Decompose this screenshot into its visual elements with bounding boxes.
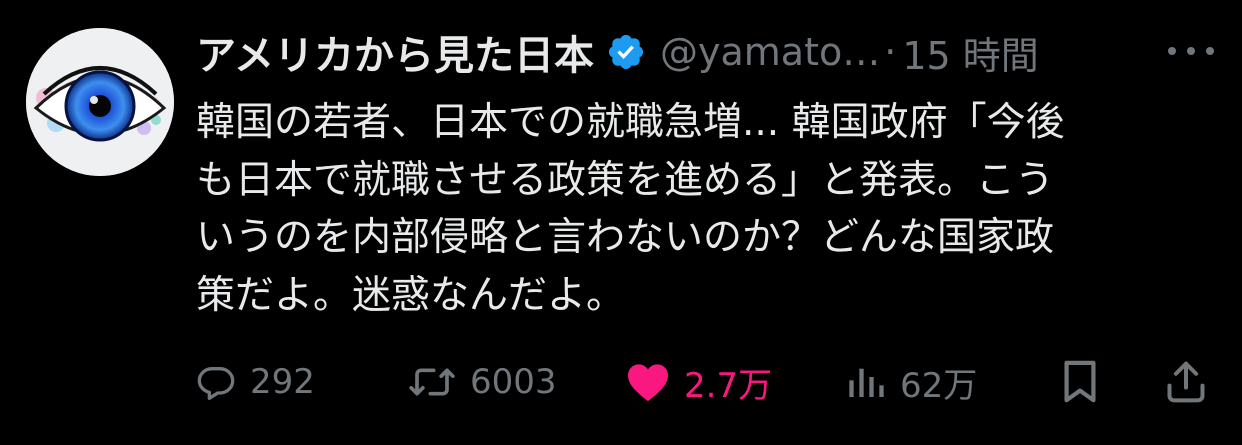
- post-time[interactable]: 15 時間: [902, 25, 1038, 80]
- tweet-actions: 292 6003 2.7万 62万: [196, 352, 1216, 412]
- tweet-text-line: いうのを内部侵略と言わないのか？どんな国家政: [196, 215, 1055, 260]
- bookmark-button[interactable]: [1060, 352, 1100, 412]
- tweet[interactable]: アメリカから見た日本 @yamato… · 15 時間 韓国の若者、日本での就職…: [0, 0, 1242, 445]
- reply-button[interactable]: 292: [196, 352, 315, 412]
- tweet-text-line: も日本で就職させる政策を進める」と発表。こう: [196, 157, 1055, 203]
- verified-badge-icon[interactable]: [606, 32, 646, 72]
- user-handle[interactable]: @yamato…: [660, 30, 880, 74]
- retweet-button[interactable]: 6003: [408, 352, 557, 412]
- tweet-header: アメリカから見た日本 @yamato… · 15 時間: [196, 22, 1039, 82]
- more-dot: [1168, 47, 1176, 55]
- header-separator: ·: [884, 30, 897, 74]
- retweet-icon: [409, 368, 455, 396]
- tweet-text: 韓国の若者、日本での就職急増... 韓国政府「今後 も日本で就職させる政策を進め…: [196, 94, 1201, 324]
- eye-avatar-image: [26, 28, 174, 176]
- heart-icon: [628, 364, 668, 402]
- like-count: 2.7万: [684, 365, 773, 406]
- views-button[interactable]: 62万: [846, 352, 977, 412]
- share-icon: [1167, 361, 1205, 403]
- bookmark-icon: [1064, 360, 1096, 403]
- more-dot: [1187, 47, 1195, 55]
- more-dot: [1206, 47, 1214, 55]
- avatar[interactable]: [26, 28, 174, 176]
- share-button[interactable]: [1164, 352, 1208, 412]
- display-name[interactable]: アメリカから見た日本: [196, 23, 594, 81]
- tweet-text-line: 策だよ。迷惑なんだよ。: [196, 272, 626, 318]
- views-icon: [849, 368, 884, 397]
- tweet-text-line: 韓国の若者、日本での就職急増... 韓国政府「今後: [196, 100, 1065, 145]
- reply-count: 292: [250, 362, 315, 402]
- retweet-count: 6003: [470, 362, 557, 402]
- more-options-icon[interactable]: [1168, 36, 1214, 66]
- like-button[interactable]: 2.7万: [626, 352, 772, 412]
- views-count: 62万: [900, 365, 978, 406]
- reply-icon: [197, 367, 235, 400]
